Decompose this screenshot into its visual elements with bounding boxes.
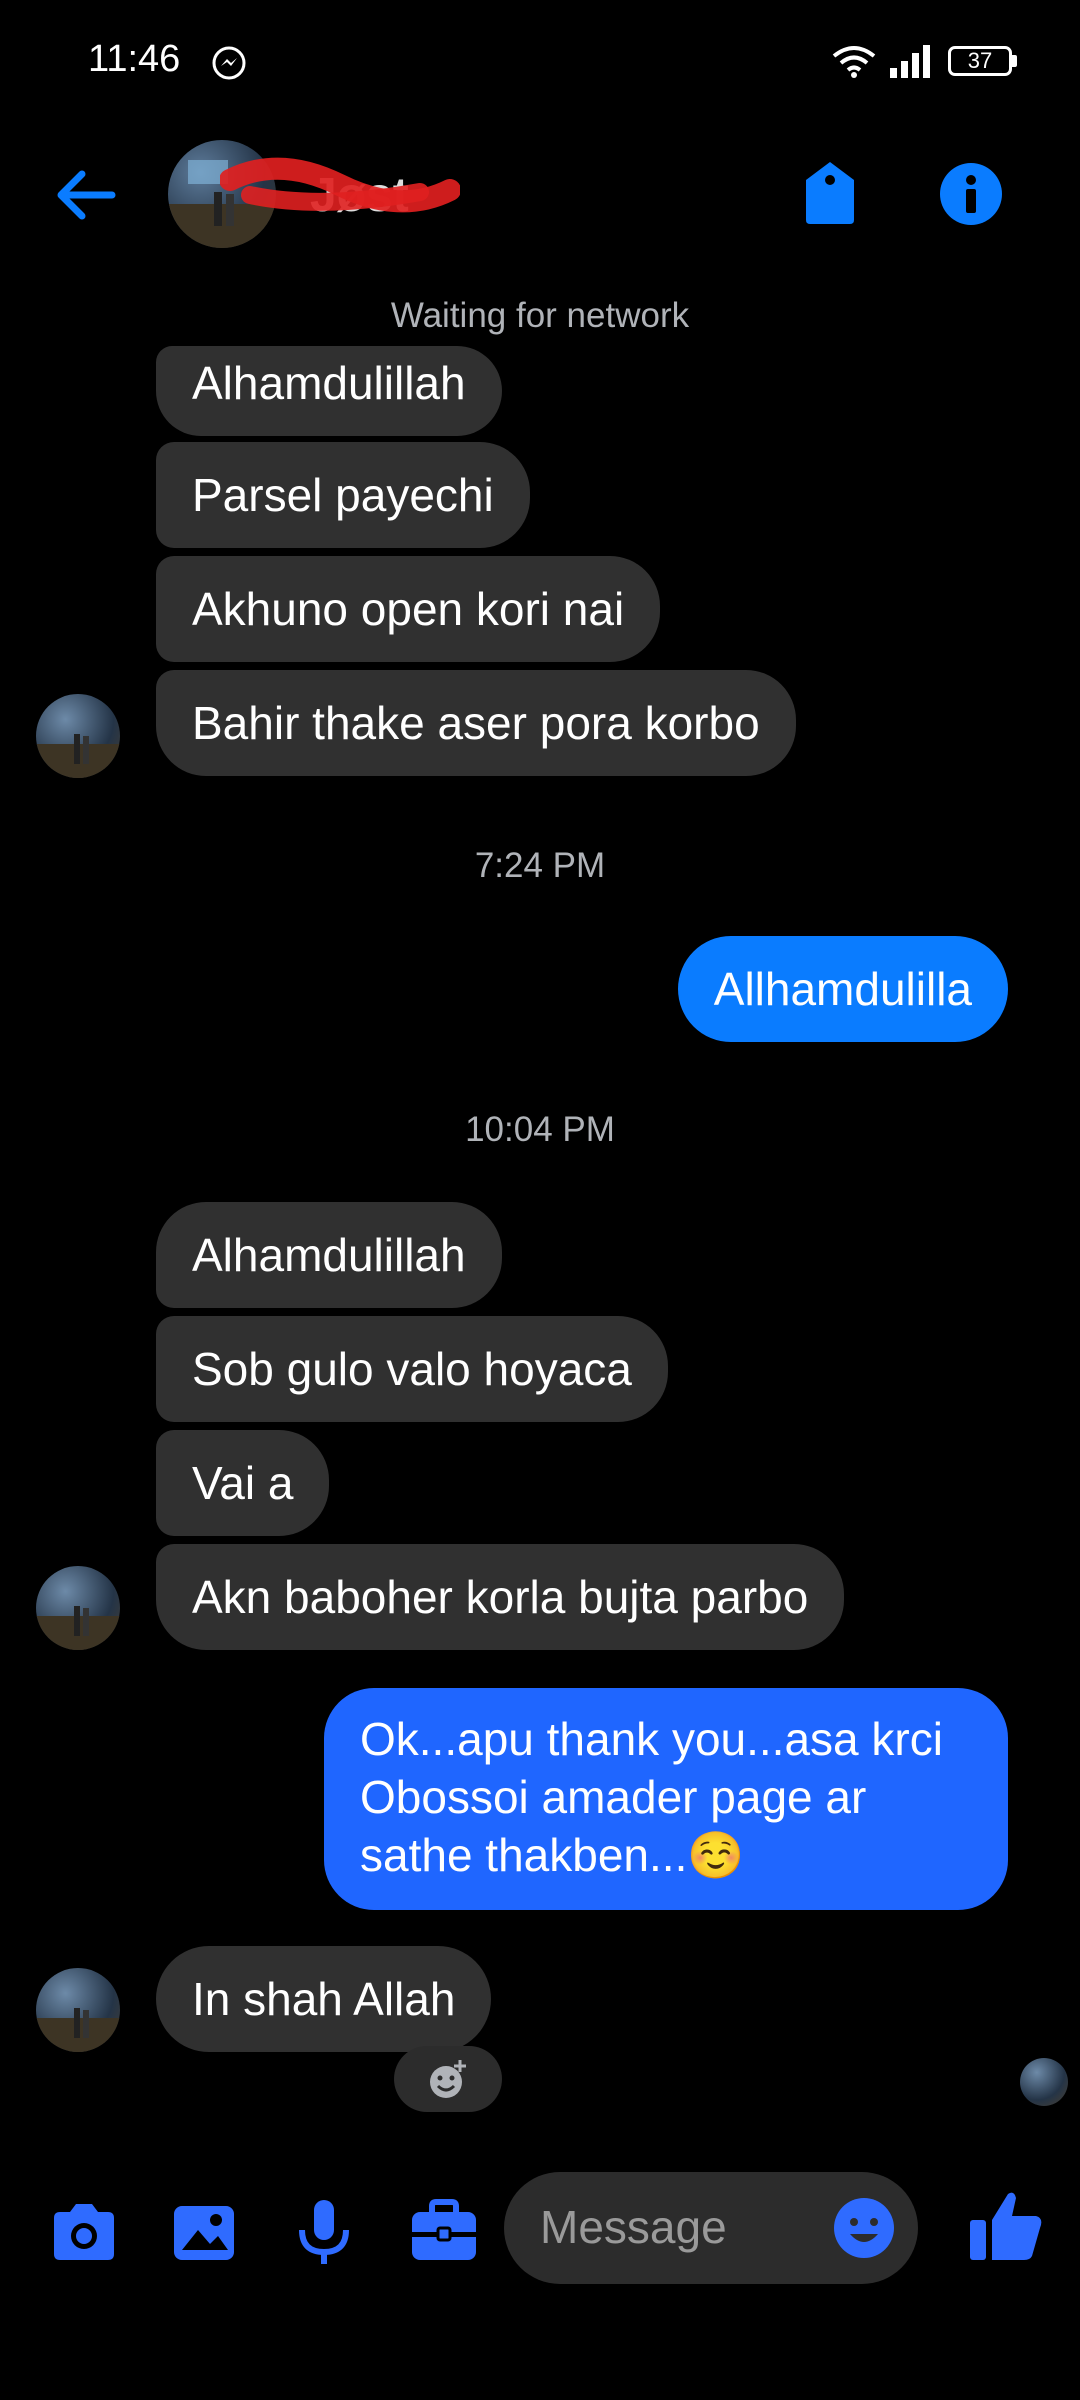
microphone-icon[interactable] xyxy=(288,2196,360,2268)
contact-avatar-small[interactable] xyxy=(36,1566,120,1650)
battery-indicator: 37 xyxy=(948,46,1012,76)
message-bubble[interactable]: Parsel payechi xyxy=(156,442,530,548)
timestamp: 7:24 PM xyxy=(474,846,606,885)
add-reaction-button[interactable] xyxy=(394,2046,502,2112)
status-time: 11:46 xyxy=(88,38,181,80)
message-placeholder: Message xyxy=(540,2201,727,2253)
emoji-icon[interactable] xyxy=(832,2196,896,2260)
sent-message-bubble[interactable]: Allhamdulilla xyxy=(677,936,1008,1042)
message-bubble[interactable]: In shah Allah xyxy=(156,1946,492,2052)
message-bubble[interactable]: Vai a xyxy=(156,1430,330,1536)
battery-tip xyxy=(1012,55,1017,67)
seen-avatar xyxy=(1020,2058,1068,2106)
wifi-icon xyxy=(832,46,876,78)
camera-icon[interactable] xyxy=(48,2196,120,2268)
back-arrow-icon[interactable] xyxy=(52,162,118,228)
message-bubble[interactable]: Alhamdulillah xyxy=(156,1202,502,1308)
message-bubble[interactable]: Sob gulo valo hoyaca xyxy=(156,1316,668,1422)
signal-icon xyxy=(890,45,930,78)
sent-message-bubble[interactable]: Ok...apu thank you...asa krci Obossoi am… xyxy=(324,1688,1008,1910)
message-bubble[interactable]: Alhamdulillah xyxy=(156,346,502,436)
tag-icon[interactable] xyxy=(800,158,860,228)
network-status: Waiting for network xyxy=(390,296,690,335)
message-bubble[interactable]: Akn baboher korla bujta parbo xyxy=(156,1544,845,1650)
contact-avatar-small[interactable] xyxy=(36,694,120,778)
messenger-notification-icon xyxy=(212,46,246,80)
contact-avatar-small[interactable] xyxy=(36,1968,120,2052)
message-bubble[interactable]: Akhuno open kori nai xyxy=(156,556,661,662)
status-bar: 11:46 37 xyxy=(0,0,1080,120)
message-bubble[interactable]: Bahir thake aser pora korbo xyxy=(156,670,796,776)
info-icon[interactable] xyxy=(940,163,1002,225)
thumbs-up-icon[interactable] xyxy=(966,2186,1046,2266)
timestamp: 10:04 PM xyxy=(465,1110,615,1149)
red-scribble-redaction xyxy=(220,157,460,213)
gallery-icon[interactable] xyxy=(168,2196,240,2268)
briefcase-icon[interactable] xyxy=(408,2196,480,2268)
